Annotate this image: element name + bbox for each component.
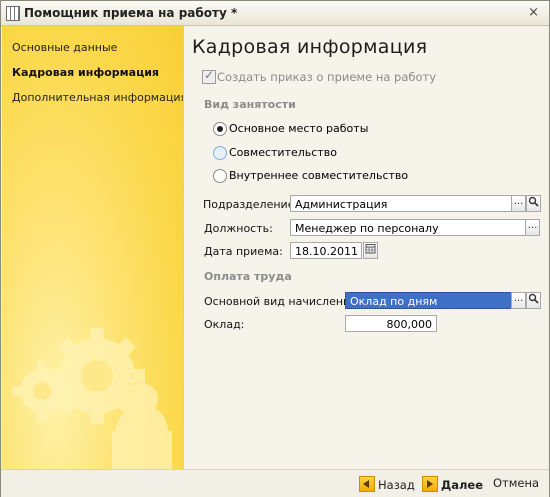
position-field[interactable]: Менеджер по персоналу xyxy=(290,219,526,236)
accrual-type-label: Основной вид начисления: xyxy=(204,295,361,308)
position-label: Должность: xyxy=(204,222,273,235)
cancel-button[interactable]: Отмена xyxy=(493,476,539,492)
department-select-button[interactable]: ... xyxy=(511,195,526,212)
radio-internal-part-time-label[interactable]: Внутреннее совместительство xyxy=(229,169,408,182)
back-button[interactable]: Назад xyxy=(359,476,415,492)
salary-label: Оклад: xyxy=(204,318,245,331)
radio-internal-part-time[interactable] xyxy=(213,169,227,183)
close-button[interactable]: × xyxy=(528,5,539,20)
back-arrow-icon xyxy=(359,476,375,492)
employment-section-label: Вид занятости xyxy=(204,98,296,111)
assistant-window: Помощник приема на работу * × Основные д… xyxy=(0,0,550,497)
department-search-icon[interactable] xyxy=(526,195,541,212)
radio-part-time[interactable] xyxy=(213,146,227,160)
sidebar-item-basic-data[interactable]: Основные данные xyxy=(12,41,117,54)
department-field[interactable]: Администрация xyxy=(290,195,512,212)
create-order-checkbox[interactable] xyxy=(202,68,216,84)
footer-bar: Назад Далее Отмена xyxy=(1,469,549,497)
next-button-label: Далее xyxy=(441,478,484,492)
sidebar: Основные данные Кадровая информация Допо… xyxy=(2,26,184,469)
gears-decoration xyxy=(12,328,172,469)
radio-main-workplace-label[interactable]: Основное место работы xyxy=(229,122,368,135)
department-label: Подразделение: xyxy=(203,198,299,211)
create-order-label[interactable]: Создать приказ о приеме на работу xyxy=(217,70,436,84)
next-arrow-icon xyxy=(422,476,438,492)
salary-field[interactable]: 800,000 xyxy=(345,315,437,332)
back-button-label: Назад xyxy=(378,478,415,492)
accrual-search-icon[interactable] xyxy=(526,292,541,309)
window-title: Помощник приема на работу * xyxy=(24,6,238,20)
radio-part-time-label[interactable]: Совместительство xyxy=(229,146,337,159)
hire-date-label: Дата приема: xyxy=(204,245,283,258)
position-select-button[interactable]: ... xyxy=(525,219,540,236)
accrual-select-button[interactable]: ... xyxy=(511,292,526,309)
hire-date-field[interactable]: 18.10.2011 xyxy=(290,242,362,259)
calendar-icon[interactable] xyxy=(363,242,378,259)
page-title: Кадровая информация xyxy=(192,36,428,58)
radio-main-workplace[interactable] xyxy=(213,122,227,136)
accrual-type-field[interactable]: Оклад по дням xyxy=(345,292,512,309)
sidebar-item-hr-info[interactable]: Кадровая информация xyxy=(12,66,159,79)
title-bar: Помощник приема на работу * × xyxy=(1,1,549,26)
next-button[interactable]: Далее xyxy=(422,476,483,492)
payment-section-label: Оплата труда xyxy=(204,270,292,283)
sidebar-item-additional-info[interactable]: Дополнительная информация xyxy=(12,91,183,104)
app-icon xyxy=(6,6,20,21)
main-panel: Кадровая информация Создать приказ о при… xyxy=(184,26,548,469)
